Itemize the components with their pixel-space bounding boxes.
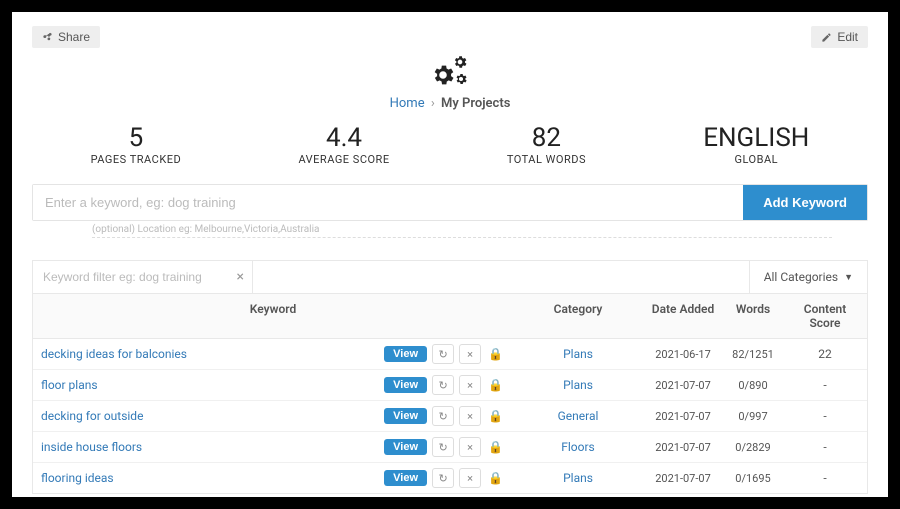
keyword-link[interactable]: floor plans	[39, 378, 384, 392]
lock-icon: 🔒	[488, 471, 503, 485]
refresh-icon[interactable]: ↻	[432, 437, 454, 457]
lock-icon: 🔒	[488, 347, 503, 361]
breadcrumb-current: My Projects	[441, 96, 510, 111]
delete-icon[interactable]: ×	[459, 468, 481, 488]
pencil-icon	[821, 32, 832, 43]
keyword-link[interactable]: inside house floors	[39, 440, 384, 454]
view-button[interactable]: View	[384, 346, 427, 362]
lock-icon: 🔒	[488, 440, 503, 454]
chevron-down-icon: ▼	[844, 272, 853, 283]
col-score: Content Score	[783, 294, 867, 338]
words-cell: 0/1695	[723, 467, 783, 490]
delete-icon[interactable]: ×	[459, 344, 481, 364]
col-words: Words	[723, 294, 783, 338]
date-cell: 2021-07-07	[643, 436, 723, 459]
breadcrumb-home[interactable]: Home	[390, 96, 425, 111]
score-cell: -	[783, 435, 867, 459]
category-link[interactable]: General	[558, 409, 599, 423]
delete-icon[interactable]: ×	[459, 437, 481, 457]
date-cell: 2021-07-07	[643, 405, 723, 428]
table-row: decking for outsideView ↻× 🔒 General 2021-07…	[33, 401, 867, 432]
filter-input[interactable]	[33, 261, 252, 293]
score-cell: -	[783, 404, 867, 428]
category-link[interactable]: Plans	[563, 378, 593, 392]
view-button[interactable]: View	[384, 439, 427, 455]
words-cell: 0/2829	[723, 436, 783, 459]
category-link[interactable]: Plans	[563, 471, 593, 485]
refresh-icon[interactable]: ↻	[432, 406, 454, 426]
category-link[interactable]: Floors	[561, 440, 595, 454]
share-label: Share	[58, 30, 90, 44]
gears-icon	[430, 54, 470, 90]
lock-icon: 🔒	[488, 409, 503, 423]
category-select[interactable]: All Categories ▼	[749, 261, 867, 293]
delete-icon[interactable]: ×	[459, 406, 481, 426]
stat-words: 82TOTAL WORDS	[507, 123, 586, 166]
keyword-link[interactable]: decking for outside	[39, 409, 384, 423]
view-button[interactable]: View	[384, 470, 427, 486]
location-hint: (optional) Location eg: Melbourne,Victor…	[92, 224, 832, 238]
date-cell: 2021-06-17	[643, 343, 723, 366]
share-icon	[42, 32, 53, 43]
edit-label: Edit	[837, 30, 858, 44]
refresh-icon[interactable]: ↻	[432, 344, 454, 364]
lock-icon: 🔒	[488, 378, 503, 392]
words-cell: 0/890	[723, 374, 783, 397]
add-keyword-button[interactable]: Add Keyword	[743, 185, 867, 220]
table-row: decking ideas for balconiesView ↻× 🔒 Plans 2…	[33, 339, 867, 370]
stat-pages: 5PAGES TRACKED	[91, 123, 182, 166]
date-cell: 2021-07-07	[643, 374, 723, 397]
view-button[interactable]: View	[384, 377, 427, 393]
words-cell: 82/1251	[723, 343, 783, 366]
score-cell: -	[783, 466, 867, 490]
category-select-label: All Categories	[764, 270, 838, 284]
delete-icon[interactable]: ×	[459, 375, 481, 395]
table-row: floor plansView ↻× 🔒 Plans 2021-07-070/890-	[33, 370, 867, 401]
score-cell: -	[783, 373, 867, 397]
breadcrumb-sep: ›	[431, 96, 435, 111]
date-cell: 2021-07-07	[643, 467, 723, 490]
refresh-icon[interactable]: ↻	[432, 375, 454, 395]
keyword-link[interactable]: decking ideas for balconies	[39, 347, 384, 361]
keyword-link[interactable]: flooring ideas	[39, 471, 384, 485]
col-category: Category	[513, 294, 643, 338]
breadcrumb: Home › My Projects	[32, 96, 868, 111]
category-link[interactable]: Plans	[563, 347, 593, 361]
keyword-input[interactable]	[33, 185, 743, 220]
stat-score: 4.4AVERAGE SCORE	[298, 123, 389, 166]
stat-lang: ENGLISHGLOBAL	[703, 123, 809, 166]
score-cell: 22	[783, 342, 867, 366]
share-button[interactable]: Share	[32, 26, 100, 48]
stats-row: 5PAGES TRACKED 4.4AVERAGE SCORE 82TOTAL …	[32, 123, 868, 166]
words-cell: 0/997	[723, 405, 783, 428]
edit-button[interactable]: Edit	[811, 26, 868, 48]
table-row: inside house floorsView ↻× 🔒 Floors 2021-07-…	[33, 432, 867, 463]
view-button[interactable]: View	[384, 408, 427, 424]
col-keyword: Keyword	[33, 294, 513, 338]
table-row: flooring ideasView ↻× 🔒 Plans 2021-07-070/16…	[33, 463, 867, 493]
col-date: Date Added	[643, 294, 723, 338]
filter-clear-icon[interactable]: ×	[237, 269, 244, 285]
refresh-icon[interactable]: ↻	[432, 468, 454, 488]
